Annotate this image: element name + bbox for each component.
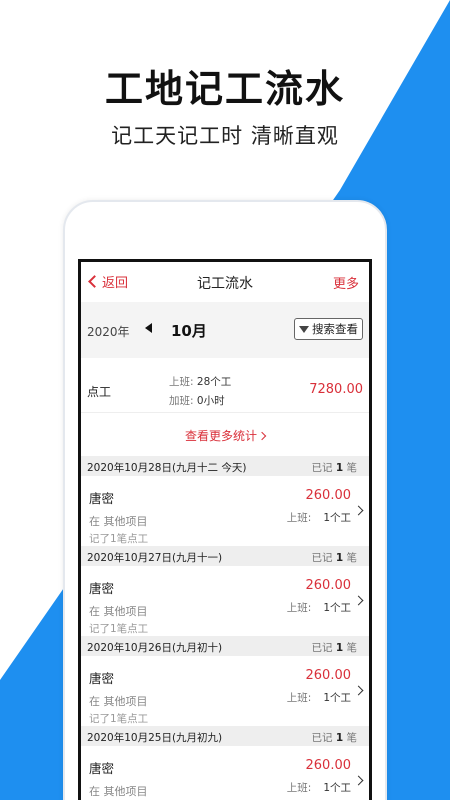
summary-overtime-key: 加班: bbox=[169, 395, 194, 407]
chevron-right-icon bbox=[257, 431, 267, 441]
day-count-prefix: 已记 bbox=[311, 732, 333, 744]
day-date: 2020年10月26日(九月初十) bbox=[87, 642, 223, 654]
day-header: 2020年10月25日(九月初九) 已记 1 笔 bbox=[81, 726, 369, 746]
worker-name: 唐密 bbox=[89, 581, 115, 596]
day-count-value: 1 bbox=[335, 642, 344, 654]
day-count: 已记 1 笔 bbox=[312, 550, 358, 565]
day-date: 2020年10月25日(九月初九) bbox=[87, 732, 223, 744]
summary-card: 点工 上班: 28个工 加班: 0小时 7280.00 bbox=[81, 366, 369, 412]
day-group: 2020年10月25日(九月初九) 已记 1 笔 唐密 在 其他项目 260.0… bbox=[81, 726, 369, 800]
day-count-value: 1 bbox=[335, 462, 344, 474]
search-view-button[interactable]: 搜索查看 bbox=[294, 318, 363, 340]
list-item[interactable]: 唐密 在 其他项目 记了1笔点工 260.00 上班: 1个工 bbox=[81, 476, 369, 546]
day-count-suffix: 笔 bbox=[346, 552, 358, 564]
promo-title: 工地记工流水 bbox=[104, 67, 345, 111]
record-shift-key: 上班: bbox=[286, 782, 312, 794]
day-count-value: 1 bbox=[335, 552, 344, 564]
record-note: 记了1笔点工 bbox=[89, 623, 149, 635]
project-name: 在 其他项目 bbox=[89, 605, 148, 618]
summary-shift: 上班: 28个工 bbox=[169, 374, 231, 389]
day-group: 2020年10月28日(九月十二 今天) 已记 1 笔 唐密 在 其他项目 记了… bbox=[81, 456, 369, 546]
project-name: 在 其他项目 bbox=[89, 695, 148, 708]
day-date: 2020年10月27日(九月十一) bbox=[87, 552, 223, 564]
list-item[interactable]: 唐密 在 其他项目 260.00 上班: 1个工 bbox=[81, 746, 369, 800]
summary-overtime-value: 0小时 bbox=[196, 395, 225, 407]
record-shift: 上班: 1个工 bbox=[287, 600, 351, 615]
day-count-prefix: 已记 bbox=[311, 462, 333, 474]
record-shift-value: 1个工 bbox=[323, 692, 351, 704]
record-shift: 上班: 1个工 bbox=[287, 690, 351, 705]
summary-type-label: 点工 bbox=[87, 385, 112, 399]
list-item[interactable]: 唐密 在 其他项目 记了1笔点工 260.00 上班: 1个工 bbox=[81, 656, 369, 726]
record-amount: 260.00 bbox=[305, 578, 352, 593]
more-stats-link[interactable]: 查看更多统计 bbox=[81, 412, 369, 456]
worker-name: 唐密 bbox=[89, 491, 115, 506]
list-item[interactable]: 唐密 在 其他项目 记了1笔点工 260.00 上班: 1个工 bbox=[81, 566, 369, 636]
day-count-suffix: 笔 bbox=[346, 642, 358, 654]
day-count: 已记 1 笔 bbox=[312, 640, 358, 655]
month-label[interactable]: 10月 bbox=[171, 320, 207, 341]
day-count: 已记 1 笔 bbox=[312, 730, 358, 745]
worker-name: 唐密 bbox=[89, 761, 115, 776]
record-shift-value: 1个工 bbox=[323, 602, 351, 614]
day-count-suffix: 笔 bbox=[346, 462, 358, 474]
day-count-value: 1 bbox=[335, 732, 344, 744]
record-shift-key: 上班: bbox=[286, 512, 312, 524]
month-selector: 2020年 10月 搜索查看 bbox=[81, 302, 369, 358]
summary-shift-key: 上班: bbox=[169, 376, 194, 388]
day-count-prefix: 已记 bbox=[311, 552, 333, 564]
year-label[interactable]: 2020年 bbox=[87, 323, 130, 340]
prev-month-icon[interactable] bbox=[145, 323, 152, 333]
promo-subtitle: 记工天记工时 清晰直观 bbox=[111, 124, 339, 148]
record-shift: 上班: 1个工 bbox=[287, 510, 351, 525]
record-note: 记了1笔点工 bbox=[89, 533, 149, 545]
day-group: 2020年10月26日(九月初十) 已记 1 笔 唐密 在 其他项目 记了1笔点… bbox=[81, 636, 369, 726]
record-shift-value: 1个工 bbox=[323, 512, 351, 524]
record-shift-key: 上班: bbox=[286, 602, 312, 614]
worker-name: 唐密 bbox=[89, 671, 115, 686]
more-button[interactable]: 更多 bbox=[333, 273, 359, 292]
page-title: 记工流水 bbox=[197, 276, 253, 292]
chevron-right-icon bbox=[353, 595, 364, 606]
record-list: 2020年10月28日(九月十二 今天) 已记 1 笔 唐密 在 其他项目 记了… bbox=[81, 456, 369, 800]
day-group: 2020年10月27日(九月十一) 已记 1 笔 唐密 在 其他项目 记了1笔点… bbox=[81, 546, 369, 636]
project-name: 在 其他项目 bbox=[89, 785, 148, 798]
project-name: 在 其他项目 bbox=[89, 515, 148, 528]
record-amount: 260.00 bbox=[305, 488, 352, 503]
day-header: 2020年10月26日(九月初十) 已记 1 笔 bbox=[81, 636, 369, 656]
chevron-right-icon bbox=[353, 685, 364, 696]
more-stats-label: 查看更多统计 bbox=[184, 429, 257, 443]
filter-icon bbox=[299, 325, 309, 333]
day-count-prefix: 已记 bbox=[311, 642, 333, 654]
record-shift-value: 1个工 bbox=[323, 782, 351, 794]
nav-bar: 返回 记工流水 更多 bbox=[81, 262, 369, 302]
record-amount: 260.00 bbox=[305, 668, 352, 683]
chevron-right-icon bbox=[353, 505, 364, 516]
record-shift-key: 上班: bbox=[286, 692, 312, 704]
record-note: 记了1笔点工 bbox=[89, 713, 149, 725]
app-screen: 返回 记工流水 更多 2020年 10月 搜索查看 点工 上班: 28个工 加班… bbox=[78, 259, 372, 800]
record-shift: 上班: 1个工 bbox=[287, 780, 351, 795]
summary-overtime: 加班: 0小时 bbox=[169, 393, 225, 408]
day-count-suffix: 笔 bbox=[346, 732, 358, 744]
chevron-right-icon bbox=[353, 775, 364, 786]
search-view-label: 搜索查看 bbox=[312, 322, 358, 336]
day-date: 2020年10月28日(九月十二 今天) bbox=[87, 462, 247, 474]
day-count: 已记 1 笔 bbox=[312, 460, 358, 475]
day-header: 2020年10月28日(九月十二 今天) 已记 1 笔 bbox=[81, 456, 369, 476]
summary-amount: 7280.00 bbox=[309, 382, 363, 397]
summary-shift-value: 28个工 bbox=[196, 376, 232, 388]
record-amount: 260.00 bbox=[305, 758, 352, 773]
day-header: 2020年10月27日(九月十一) 已记 1 笔 bbox=[81, 546, 369, 566]
